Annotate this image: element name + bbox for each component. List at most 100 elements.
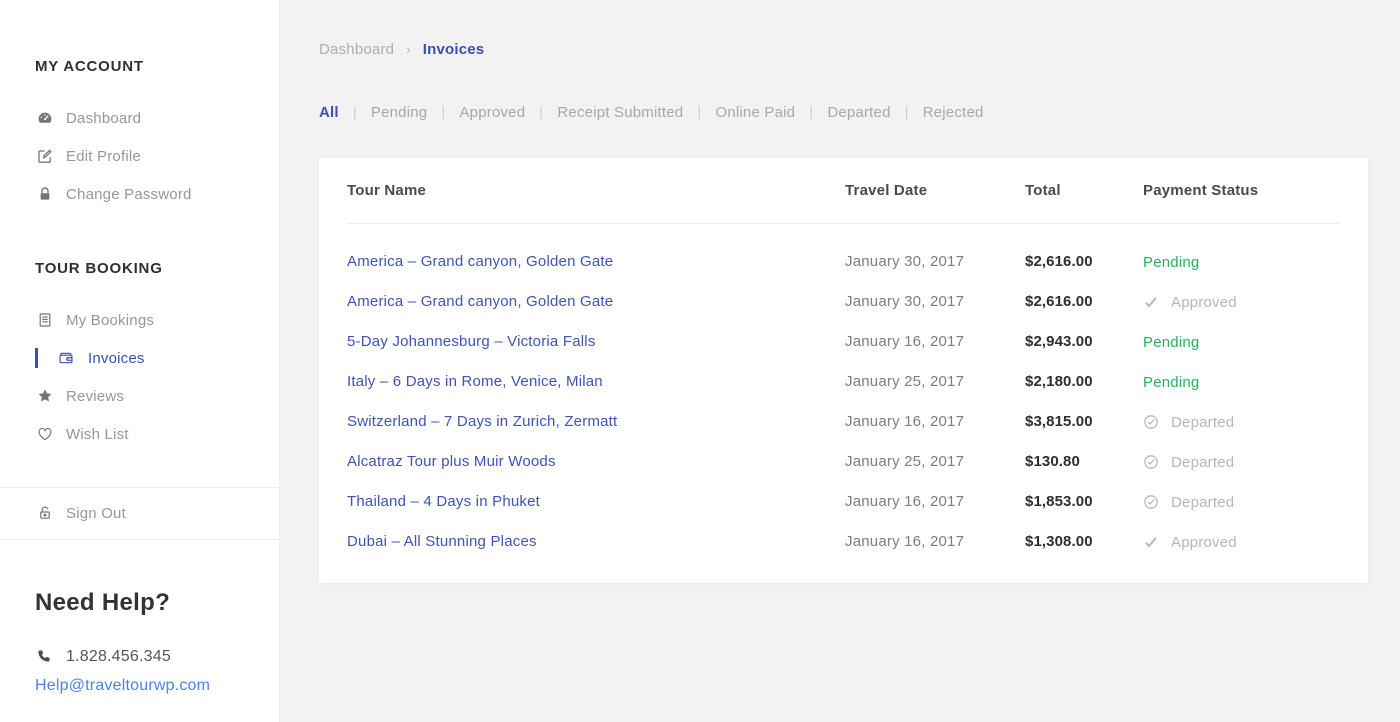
travel-date: January 30, 2017 (845, 293, 964, 310)
filter-all[interactable]: All (319, 104, 339, 121)
filter-online-paid[interactable]: Online Paid (715, 104, 795, 121)
filter-rejected[interactable]: Rejected (923, 104, 984, 121)
payment-status: Departed (1143, 494, 1340, 511)
payment-status: Approved (1143, 294, 1340, 311)
invoices-page: Dashboard › Invoices All | Pending | App… (280, 0, 1400, 722)
breadcrumb-invoices: Invoices (423, 41, 485, 58)
unlock-icon (36, 505, 53, 522)
filter-separator: | (905, 104, 909, 121)
sidebar-item-my-bookings[interactable]: My Bookings (0, 310, 279, 330)
tour-name-link[interactable]: Italy – 6 Days in Rome, Venice, Milan (347, 373, 603, 390)
status-label: Pending (1143, 374, 1199, 391)
status-filter-bar: All | Pending | Approved | Receipt Submi… (319, 104, 1400, 121)
dashboard-icon (36, 110, 53, 127)
travel-date: January 16, 2017 (845, 413, 964, 430)
sidebar-item-label: Dashboard (66, 110, 141, 127)
travel-date: January 16, 2017 (845, 333, 964, 350)
heart-icon (36, 426, 53, 443)
sidebar-item-label: Change Password (66, 186, 192, 203)
status-label: Approved (1171, 294, 1237, 311)
help-email-link[interactable]: Help@traveltourwp.com (35, 677, 279, 695)
table-row: 5-Day Johannesburg – Victoria Falls Janu… (347, 322, 1340, 362)
total-amount: $130.80 (1025, 453, 1080, 470)
filter-separator: | (697, 104, 701, 121)
sidebar-item-label: Reviews (66, 388, 124, 405)
account-sidebar: MY ACCOUNT Dashboard Edit Profile Change… (0, 0, 280, 722)
status-label: Approved (1171, 534, 1237, 551)
approved-check-icon (1143, 294, 1159, 310)
status-label: Departed (1171, 414, 1234, 431)
column-header-travel-date: Travel Date (845, 182, 1025, 199)
sidebar-item-wish-list[interactable]: Wish List (0, 424, 279, 444)
sidebar-item-label: Edit Profile (66, 148, 141, 165)
sidebar-item-label: Wish List (66, 426, 129, 443)
table-row: Switzerland – 7 Days in Zurich, Zermatt … (347, 402, 1340, 442)
payment-status: Approved (1143, 534, 1340, 551)
sidebar-item-invoices[interactable]: Invoices (0, 348, 279, 368)
edit-icon (36, 148, 53, 165)
tour-booking-list: My Bookings Invoices Reviews Wish List (0, 310, 279, 444)
sidebar-item-dashboard[interactable]: Dashboard (0, 108, 279, 128)
payment-status: Pending (1143, 254, 1340, 271)
sidebar-item-label: Sign Out (66, 505, 126, 522)
filter-separator: | (539, 104, 543, 121)
total-amount: $1,308.00 (1025, 533, 1093, 550)
travel-date: January 25, 2017 (845, 373, 964, 390)
approved-check-icon (1143, 534, 1159, 550)
my-account-list: Dashboard Edit Profile Change Password (0, 108, 279, 204)
chevron-right-icon: › (406, 42, 411, 57)
phone-icon (36, 649, 52, 665)
column-header-payment-status: Payment Status (1143, 182, 1340, 199)
tour-name-link[interactable]: America – Grand canyon, Golden Gate (347, 293, 613, 310)
sidebar-item-change-password[interactable]: Change Password (0, 184, 279, 204)
column-header-total: Total (1025, 182, 1143, 199)
filter-approved[interactable]: Approved (459, 104, 525, 121)
column-header-tour-name: Tour Name (347, 182, 845, 199)
tour-name-link[interactable]: Switzerland – 7 Days in Zurich, Zermatt (347, 413, 617, 430)
status-label: Departed (1171, 494, 1234, 511)
total-amount: $2,943.00 (1025, 333, 1093, 350)
total-amount: $1,853.00 (1025, 493, 1093, 510)
filter-departed[interactable]: Departed (827, 104, 890, 121)
status-label: Pending (1143, 334, 1199, 351)
tour-booking-heading: TOUR BOOKING (35, 260, 279, 277)
table-row: Italy – 6 Days in Rome, Venice, Milan Ja… (347, 362, 1340, 402)
table-row: America – Grand canyon, Golden Gate Janu… (347, 282, 1340, 322)
invoice-table-header: Tour Name Travel Date Total Payment Stat… (347, 158, 1340, 224)
total-amount: $2,616.00 (1025, 293, 1093, 310)
payment-status: Departed (1143, 414, 1340, 431)
star-icon (36, 388, 53, 405)
my-account-heading: MY ACCOUNT (35, 0, 279, 75)
active-indicator-bar (35, 348, 38, 368)
sidebar-item-reviews[interactable]: Reviews (0, 386, 279, 406)
sidebar-divider (0, 539, 279, 540)
sidebar-item-edit-profile[interactable]: Edit Profile (0, 146, 279, 166)
tour-name-link[interactable]: Alcatraz Tour plus Muir Woods (347, 453, 556, 470)
tour-name-link[interactable]: America – Grand canyon, Golden Gate (347, 253, 613, 270)
sidebar-item-label: Invoices (88, 350, 145, 367)
tour-name-link[interactable]: Thailand – 4 Days in Phuket (347, 493, 540, 510)
filter-separator: | (441, 104, 445, 121)
departed-circle-check-icon (1143, 414, 1159, 430)
table-row: Thailand – 4 Days in Phuket January 16, … (347, 482, 1340, 522)
invoices-table-card: Tour Name Travel Date Total Payment Stat… (319, 158, 1368, 583)
payment-status: Pending (1143, 374, 1340, 391)
status-label: Departed (1171, 454, 1234, 471)
tour-name-link[interactable]: Dubai – All Stunning Places (347, 533, 537, 550)
filter-separator: | (809, 104, 813, 121)
payment-status: Departed (1143, 454, 1340, 471)
travel-date: January 30, 2017 (845, 253, 964, 270)
breadcrumb: Dashboard › Invoices (319, 41, 1400, 58)
breadcrumb-dashboard[interactable]: Dashboard (319, 41, 394, 58)
total-amount: $3,815.00 (1025, 413, 1093, 430)
tour-name-link[interactable]: 5-Day Johannesburg – Victoria Falls (347, 333, 596, 350)
need-help-heading: Need Help? (35, 589, 279, 617)
bookings-icon (36, 312, 53, 329)
help-phone-number: 1.828.456.345 (66, 648, 171, 666)
lock-icon (36, 186, 53, 203)
sidebar-item-sign-out[interactable]: Sign Out (0, 503, 279, 523)
departed-circle-check-icon (1143, 454, 1159, 470)
filter-receipt-submitted[interactable]: Receipt Submitted (557, 104, 683, 121)
filter-pending[interactable]: Pending (371, 104, 427, 121)
departed-circle-check-icon (1143, 494, 1159, 510)
